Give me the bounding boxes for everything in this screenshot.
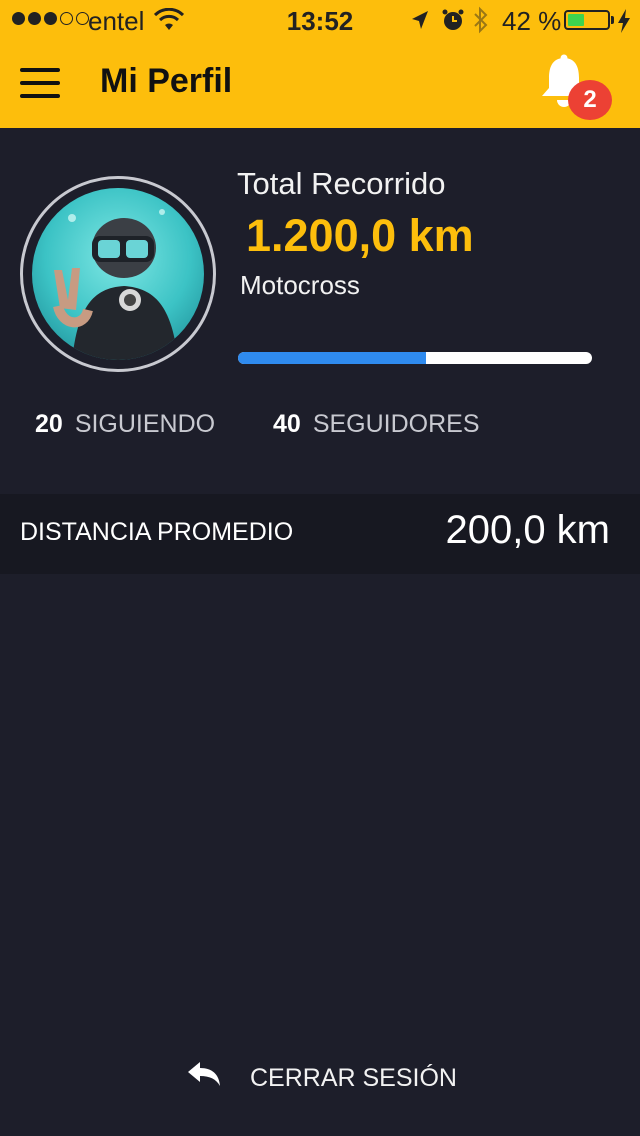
page-title: Mi Perfil: [100, 62, 233, 100]
hamburger-line: [20, 68, 60, 72]
location-arrow-icon: [412, 11, 428, 29]
status-bar: entel 13:52 42 %: [0, 0, 640, 40]
average-distance-value: 200,0 km: [445, 508, 610, 552]
charging-bolt-icon: [618, 9, 630, 33]
battery-level: [568, 14, 584, 26]
battery-icon: [564, 10, 610, 30]
following-count: 20: [35, 410, 63, 438]
followers-stat[interactable]: 40 SEGUIDORES: [273, 410, 480, 439]
following-stat[interactable]: 20 SIGUIENDO: [35, 410, 215, 439]
progress-fill: [238, 352, 426, 364]
hamburger-line: [20, 81, 60, 85]
logout-label: CERRAR SESIÓN: [250, 1064, 457, 1092]
logout-button[interactable]: CERRAR SESIÓN: [180, 1052, 480, 1108]
sport-category: Motocross: [240, 270, 360, 300]
app-header: entel 13:52 42 % Mi Perfil 2: [0, 0, 640, 128]
hamburger-line: [20, 94, 60, 98]
notification-badge: 2: [568, 80, 612, 120]
average-distance-row: DISTANCIA PROMEDIO 200,0 km: [0, 494, 640, 574]
total-distance-label: Total Recorrido: [237, 166, 446, 201]
alarm-icon: [442, 9, 464, 30]
followers-label: SEGUIDORES: [312, 410, 480, 438]
reply-arrow-icon: [188, 1062, 220, 1086]
average-distance-label: DISTANCIA PROMEDIO: [20, 518, 294, 546]
battery-tip: [611, 16, 614, 24]
avatar[interactable]: [32, 188, 204, 360]
total-distance-value: 1.200,0 km: [246, 210, 474, 261]
avatar-photo: [32, 188, 204, 360]
followers-count: 40: [273, 410, 301, 438]
following-label: SIGUIENDO: [74, 410, 216, 438]
notifications-button[interactable]: 2: [538, 54, 618, 120]
distance-progress-bar: [238, 352, 592, 364]
bluetooth-icon: [474, 6, 488, 34]
menu-button[interactable]: [20, 68, 60, 100]
battery-percent: 42 %: [502, 6, 562, 36]
